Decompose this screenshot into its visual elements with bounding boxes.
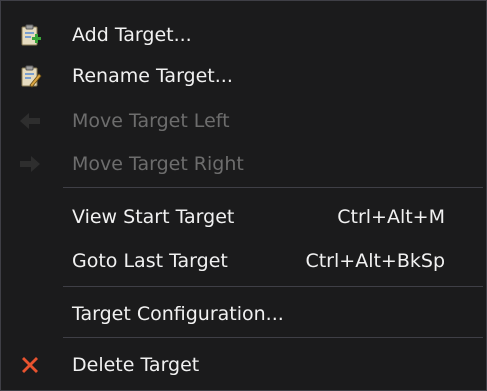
menu-item-move-target-left[interactable]: Move Target Left	[2, 101, 485, 141]
menu-item-shortcut: Ctrl+Alt+M	[337, 206, 445, 228]
menu-separator	[63, 187, 483, 188]
menu-item-delete-target[interactable]: Delete Target	[2, 345, 485, 385]
context-menu: Add Target... Rename Target... Move Targ…	[0, 0, 487, 391]
arrow-right-icon	[18, 152, 42, 176]
menu-item-rename-target[interactable]: Rename Target...	[2, 56, 485, 96]
delete-x-icon	[18, 353, 42, 377]
clipboard-edit-icon	[18, 64, 42, 88]
menu-item-view-start-target[interactable]: View Start Target Ctrl+Alt+M	[2, 197, 485, 237]
menu-item-label: Goto Last Target	[72, 250, 228, 272]
arrow-left-icon	[18, 109, 42, 133]
menu-item-label: Delete Target	[72, 354, 200, 376]
menu-item-label: Move Target Right	[72, 153, 244, 175]
menu-item-goto-last-target[interactable]: Goto Last Target Ctrl+Alt+BkSp	[2, 241, 485, 281]
menu-item-add-target[interactable]: Add Target...	[2, 15, 485, 55]
menu-item-label: Move Target Left	[72, 110, 230, 132]
menu-separator	[63, 337, 483, 338]
menu-separator	[63, 286, 483, 287]
clipboard-add-icon	[18, 23, 42, 47]
menu-item-label: Rename Target...	[72, 65, 233, 87]
menu-item-move-target-right[interactable]: Move Target Right	[2, 144, 485, 184]
menu-item-target-configuration[interactable]: Target Configuration...	[2, 294, 485, 334]
menu-item-shortcut: Ctrl+Alt+BkSp	[305, 250, 445, 272]
menu-item-label: Target Configuration...	[72, 303, 284, 325]
menu-item-label: Add Target...	[72, 24, 192, 46]
menu-item-label: View Start Target	[72, 206, 235, 228]
